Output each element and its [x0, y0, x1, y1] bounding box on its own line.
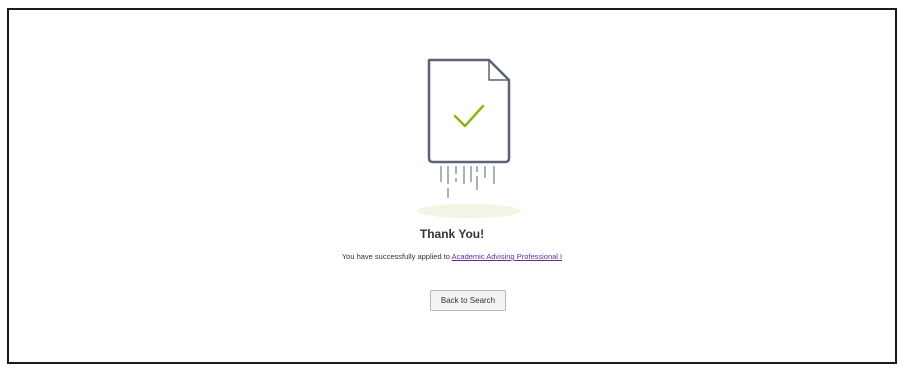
confirmation-message: You have successfully applied to Academi… — [9, 252, 895, 261]
job-title-link[interactable]: Academic Advising Professional I — [452, 252, 562, 261]
document-submitted-icon — [417, 58, 521, 218]
confirmation-message-text: You have successfully applied to — [341, 252, 450, 261]
confirmation-panel: Thank You! You have successfully applied… — [7, 8, 897, 364]
document-outline — [427, 58, 511, 164]
thank-you-heading: Thank You! — [419, 227, 485, 241]
shadow-ellipse — [417, 204, 521, 218]
back-to-search-button[interactable]: Back to Search — [430, 290, 506, 311]
shred-lines — [440, 166, 495, 198]
